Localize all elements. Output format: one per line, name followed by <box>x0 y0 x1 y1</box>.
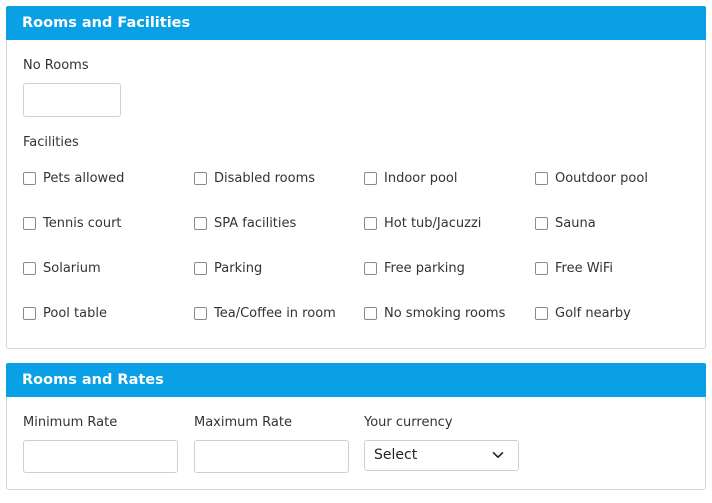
facilities-label: Facilities <box>23 135 79 150</box>
facility-label: Free WiFi <box>555 260 614 276</box>
facility-hot-tub[interactable]: Hot tub/Jacuzzi <box>364 214 481 232</box>
max-rate-input[interactable] <box>194 440 349 473</box>
facility-golf-nearby[interactable]: Golf nearby <box>535 304 631 322</box>
facility-pets-allowed[interactable]: Pets allowed <box>23 169 124 187</box>
facility-label: Free parking <box>384 260 465 276</box>
rooms-rates-panel: Rooms and Rates Minimum Rate Maximum Rat… <box>6 363 706 490</box>
checkbox-unchecked[interactable] <box>364 171 377 185</box>
facility-indoor-pool[interactable]: Indoor pool <box>364 169 457 187</box>
checkbox-unchecked[interactable] <box>23 261 36 275</box>
rooms-facilities-panel: Rooms and Facilities No Rooms Facilities… <box>6 6 706 349</box>
facility-label: Solarium <box>43 260 101 276</box>
facility-label: Tea/Coffee in room <box>214 305 336 321</box>
checkbox-unchecked[interactable] <box>194 216 207 230</box>
max-rate-label: Maximum Rate <box>194 415 292 430</box>
checkbox-unchecked[interactable] <box>194 261 207 275</box>
facility-label: Pool table <box>43 305 107 321</box>
facility-tea-coffee[interactable]: Tea/Coffee in room <box>194 304 336 322</box>
facility-free-wifi[interactable]: Free WiFi <box>535 259 613 277</box>
checkbox-unchecked[interactable] <box>23 306 36 320</box>
checkbox-unchecked[interactable] <box>535 171 548 185</box>
checkbox-unchecked[interactable] <box>194 171 207 185</box>
no-rooms-input[interactable] <box>23 83 121 117</box>
facility-sauna[interactable]: Sauna <box>535 214 596 232</box>
chevron-down-icon <box>492 452 504 458</box>
facility-label: Golf nearby <box>555 305 631 321</box>
facility-label: Sauna <box>555 215 596 231</box>
facility-parking[interactable]: Parking <box>194 259 262 277</box>
facility-outdoor-pool[interactable]: Ooutdoor pool <box>535 169 648 187</box>
facility-label: No smoking rooms <box>384 305 506 321</box>
no-rooms-label: No Rooms <box>23 58 89 73</box>
checkbox-unchecked[interactable] <box>23 216 36 230</box>
min-rate-input[interactable] <box>23 440 178 473</box>
facility-label: Ooutdoor pool <box>555 170 648 186</box>
checkbox-unchecked[interactable] <box>535 306 548 320</box>
checkbox-unchecked[interactable] <box>364 306 377 320</box>
facility-free-parking[interactable]: Free parking <box>364 259 465 277</box>
min-rate-label: Minimum Rate <box>23 415 118 430</box>
currency-selected-value: Select <box>374 447 418 463</box>
checkbox-unchecked[interactable] <box>194 306 207 320</box>
facility-label: Indoor pool <box>384 170 458 186</box>
facility-pool-table[interactable]: Pool table <box>23 304 107 322</box>
facility-label: Disabled rooms <box>214 170 316 186</box>
facility-disabled-rooms[interactable]: Disabled rooms <box>194 169 315 187</box>
checkbox-unchecked[interactable] <box>23 171 36 185</box>
facility-label: Pets allowed <box>43 170 125 186</box>
rooms-rates-header: Rooms and Rates <box>6 363 706 397</box>
facility-no-smoking[interactable]: No smoking rooms <box>364 304 505 322</box>
checkbox-unchecked[interactable] <box>364 216 377 230</box>
checkbox-unchecked[interactable] <box>535 261 548 275</box>
facility-solarium[interactable]: Solarium <box>23 259 101 277</box>
facility-spa-facilities[interactable]: SPA facilities <box>194 214 296 232</box>
facility-label: SPA facilities <box>214 215 297 231</box>
currency-label: Your currency <box>364 415 453 430</box>
currency-select[interactable]: Select <box>364 440 519 471</box>
facility-label: Tennis court <box>43 215 122 231</box>
rooms-facilities-header: Rooms and Facilities <box>6 6 706 40</box>
facility-tennis-court[interactable]: Tennis court <box>23 214 122 232</box>
facility-label: Parking <box>214 260 263 276</box>
facility-label: Hot tub/Jacuzzi <box>384 215 482 231</box>
checkbox-unchecked[interactable] <box>535 216 548 230</box>
checkbox-unchecked[interactable] <box>364 261 377 275</box>
